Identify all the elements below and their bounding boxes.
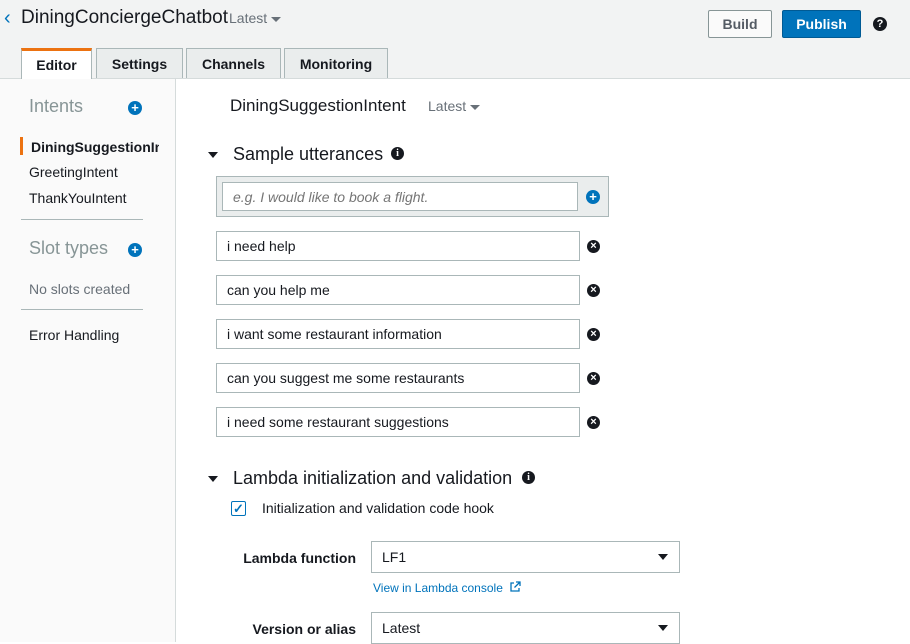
divider <box>21 309 143 310</box>
add-utterance-icon[interactable]: + <box>586 190 600 204</box>
back-chevron-icon[interactable]: ‹ <box>4 8 11 28</box>
sidebar-item-greeting-intent[interactable]: GreetingIntent <box>29 164 118 180</box>
version-alias-value: Latest <box>382 620 421 636</box>
remove-utterance-icon[interactable]: × <box>587 328 600 341</box>
slot-types-heading: Slot types <box>29 238 109 258</box>
utterance-field[interactable]: i need some restaurant suggestions <box>216 407 580 437</box>
info-icon[interactable]: i <box>522 471 535 484</box>
add-intent-icon[interactable]: + <box>128 101 142 115</box>
add-slot-type-icon[interactable]: + <box>128 243 142 257</box>
tab-channels[interactable]: Channels <box>186 48 281 78</box>
tab-monitoring[interactable]: Monitoring <box>284 48 388 78</box>
info-icon[interactable]: i <box>391 147 404 160</box>
no-slots-text: No slots created <box>29 281 131 297</box>
lambda-console-link[interactable]: View in Lambda console <box>373 581 503 595</box>
help-icon[interactable]: ? <box>873 17 887 31</box>
utterance-field[interactable]: i need help <box>216 231 580 261</box>
remove-utterance-icon[interactable]: × <box>587 284 600 297</box>
chevron-down-icon <box>470 104 481 110</box>
sidebar-item-error-handling[interactable]: Error Handling <box>29 327 119 343</box>
lambda-section-heading: Lambda initialization and validation <box>233 468 513 488</box>
external-link-icon[interactable] <box>509 581 521 593</box>
utterance-field[interactable]: can you suggest me some restaurants <box>216 363 580 393</box>
collapse-caret-icon[interactable] <box>208 476 218 482</box>
lambda-function-label: Lambda function <box>243 550 356 566</box>
lambda-function-value: LF1 <box>382 549 407 565</box>
version-alias-label: Version or alias <box>252 621 357 637</box>
collapse-caret-icon[interactable] <box>208 152 218 158</box>
tab-editor[interactable]: Editor <box>21 48 92 79</box>
tab-settings[interactable]: Settings <box>96 48 183 78</box>
intent-version-dropdown[interactable]: Latest <box>428 98 481 114</box>
intents-heading: Intents <box>29 96 84 116</box>
lambda-function-select[interactable]: LF1 <box>371 541 680 573</box>
remove-utterance-icon[interactable]: × <box>587 416 600 429</box>
code-hook-checkbox[interactable]: ✓ <box>231 501 246 516</box>
sidebar-item-thank-you-intent[interactable]: ThankYouIntent <box>29 190 127 206</box>
chevron-down-icon <box>658 554 668 560</box>
publish-button[interactable]: Publish <box>782 10 861 38</box>
sample-utterances-heading: Sample utterances <box>233 144 384 164</box>
chevron-down-icon <box>271 16 282 22</box>
bot-name: DiningConciergeChatbot <box>21 7 229 28</box>
chevron-down-icon <box>658 625 668 631</box>
bot-version-label: Latest <box>229 10 268 26</box>
version-alias-select[interactable]: Latest <box>371 612 680 644</box>
utterance-field[interactable]: can you help me <box>216 275 580 305</box>
divider <box>21 219 143 220</box>
remove-utterance-icon[interactable]: × <box>587 240 600 253</box>
code-hook-label: Initialization and validation code hook <box>262 500 494 516</box>
sidebar-item-dining-suggestion-intent[interactable]: DiningSuggestionIntent <box>31 139 159 155</box>
bot-version-dropdown[interactable]: Latest <box>229 10 282 26</box>
intent-title: DiningSuggestionIntent <box>230 96 406 115</box>
build-button[interactable]: Build <box>708 10 772 38</box>
remove-utterance-icon[interactable]: × <box>587 372 600 385</box>
utterance-field[interactable]: i want some restaurant information <box>216 319 580 349</box>
active-item-marker <box>20 137 23 155</box>
new-utterance-input[interactable] <box>222 182 578 211</box>
intent-version-label: Latest <box>428 98 467 114</box>
